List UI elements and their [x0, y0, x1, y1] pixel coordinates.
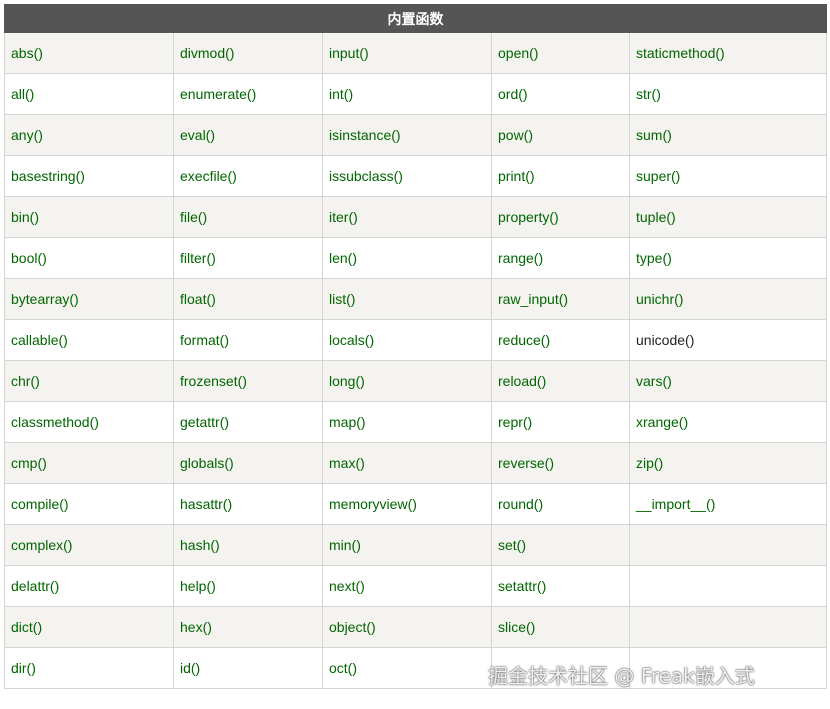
- function-link[interactable]: raw_input(): [491, 278, 630, 320]
- function-link[interactable]: reverse(): [491, 442, 630, 484]
- function-link[interactable]: __import__(): [628, 483, 828, 525]
- function-link[interactable]: repr(): [491, 401, 630, 443]
- function-link[interactable]: unicode(): [628, 319, 828, 361]
- table-row: chr() frozenset() long() reload() vars(): [4, 360, 828, 402]
- empty-cell: [491, 647, 630, 689]
- function-link[interactable]: type(): [628, 237, 828, 279]
- function-link[interactable]: issubclass(): [322, 155, 492, 197]
- function-link[interactable]: bool(): [4, 237, 174, 279]
- function-link[interactable]: set(): [491, 524, 630, 566]
- function-link[interactable]: callable(): [4, 319, 174, 361]
- function-link[interactable]: open(): [491, 32, 630, 74]
- function-link[interactable]: max(): [322, 442, 492, 484]
- table-row: all() enumerate() int() ord() str(): [4, 73, 828, 115]
- function-link[interactable]: float(): [173, 278, 323, 320]
- table-row: bool() filter() len() range() type(): [4, 237, 828, 279]
- function-link[interactable]: next(): [322, 565, 492, 607]
- function-link[interactable]: getattr(): [173, 401, 323, 443]
- empty-cell: [628, 606, 828, 648]
- table-row: classmethod() getattr() map() repr() xrange(…: [4, 401, 828, 443]
- function-link[interactable]: sum(): [628, 114, 828, 156]
- function-link[interactable]: xrange(): [628, 401, 828, 443]
- function-link[interactable]: hasattr(): [173, 483, 323, 525]
- function-link[interactable]: int(): [322, 73, 492, 115]
- function-link[interactable]: memoryview(): [322, 483, 492, 525]
- function-link[interactable]: filter(): [173, 237, 323, 279]
- function-link[interactable]: tuple(): [628, 196, 828, 238]
- function-link[interactable]: any(): [4, 114, 174, 156]
- function-link[interactable]: oct(): [322, 647, 492, 689]
- function-link[interactable]: enumerate(): [173, 73, 323, 115]
- table-row: abs() divmod() input() open() staticmethod(): [4, 32, 828, 74]
- function-link[interactable]: property(): [491, 196, 630, 238]
- table-row: callable() format() locals() reduce() unicod…: [4, 319, 828, 361]
- function-link[interactable]: super(): [628, 155, 828, 197]
- function-link[interactable]: eval(): [173, 114, 323, 156]
- function-link[interactable]: help(): [173, 565, 323, 607]
- function-link[interactable]: id(): [173, 647, 323, 689]
- table-row: bin() file() iter() property() tuple(): [4, 196, 828, 238]
- table-title: 内置函数: [3, 4, 828, 33]
- function-link[interactable]: setattr(): [491, 565, 630, 607]
- function-link[interactable]: str(): [628, 73, 828, 115]
- function-link[interactable]: basestring(): [4, 155, 174, 197]
- function-link[interactable]: hash(): [173, 524, 323, 566]
- function-link[interactable]: globals(): [173, 442, 323, 484]
- function-link[interactable]: object(): [322, 606, 492, 648]
- function-link[interactable]: abs(): [4, 32, 174, 74]
- empty-cell: [628, 647, 828, 689]
- builtin-functions-table: 内置函数 abs() divmod() input() open() staticmet…: [3, 4, 828, 689]
- function-link[interactable]: range(): [491, 237, 630, 279]
- function-link[interactable]: execfile(): [173, 155, 323, 197]
- function-link[interactable]: iter(): [322, 196, 492, 238]
- table-row: delattr() help() next() setattr(): [4, 565, 828, 607]
- function-link[interactable]: dict(): [4, 606, 174, 648]
- table-row: bytearray() float() list() raw_input() unich…: [4, 278, 828, 320]
- function-link[interactable]: classmethod(): [4, 401, 174, 443]
- function-link[interactable]: unichr(): [628, 278, 828, 320]
- function-link[interactable]: dir(): [4, 647, 174, 689]
- function-link[interactable]: locals(): [322, 319, 492, 361]
- function-link[interactable]: bin(): [4, 196, 174, 238]
- function-link[interactable]: min(): [322, 524, 492, 566]
- function-link[interactable]: reduce(): [491, 319, 630, 361]
- function-link[interactable]: all(): [4, 73, 174, 115]
- function-link[interactable]: hex(): [173, 606, 323, 648]
- function-link[interactable]: ord(): [491, 73, 630, 115]
- function-link[interactable]: len(): [322, 237, 492, 279]
- function-link[interactable]: chr(): [4, 360, 174, 402]
- function-link[interactable]: input(): [322, 32, 492, 74]
- function-link[interactable]: print(): [491, 155, 630, 197]
- table-row: cmp() globals() max() reverse() zip(): [4, 442, 828, 484]
- function-link[interactable]: zip(): [628, 442, 828, 484]
- function-link[interactable]: frozenset(): [173, 360, 323, 402]
- function-link[interactable]: long(): [322, 360, 492, 402]
- table-row: dir() id() oct(): [4, 647, 828, 689]
- function-link[interactable]: vars(): [628, 360, 828, 402]
- table-row: basestring() execfile() issubclass() print(…: [4, 155, 828, 197]
- table-body: abs() divmod() input() open() staticmethod()…: [4, 32, 828, 689]
- empty-cell: [628, 524, 828, 566]
- function-link[interactable]: format(): [173, 319, 323, 361]
- function-link[interactable]: list(): [322, 278, 492, 320]
- function-link[interactable]: staticmethod(): [628, 32, 828, 74]
- function-link[interactable]: slice(): [491, 606, 630, 648]
- function-link[interactable]: pow(): [491, 114, 630, 156]
- function-link[interactable]: bytearray(): [4, 278, 174, 320]
- function-link[interactable]: divmod(): [173, 32, 323, 74]
- function-link[interactable]: reload(): [491, 360, 630, 402]
- function-link[interactable]: delattr(): [4, 565, 174, 607]
- function-link[interactable]: isinstance(): [322, 114, 492, 156]
- function-link[interactable]: compile(): [4, 483, 174, 525]
- table-row: complex() hash() min() set(): [4, 524, 828, 566]
- function-link[interactable]: cmp(): [4, 442, 174, 484]
- empty-cell: [628, 565, 828, 607]
- table-row: dict() hex() object() slice(): [4, 606, 828, 648]
- function-link[interactable]: complex(): [4, 524, 174, 566]
- table-row: compile() hasattr() memoryview() round() __i…: [4, 483, 828, 525]
- function-link[interactable]: file(): [173, 196, 323, 238]
- function-link[interactable]: map(): [322, 401, 492, 443]
- function-link[interactable]: round(): [491, 483, 630, 525]
- table-row: any() eval() isinstance() pow() sum(): [4, 114, 828, 156]
